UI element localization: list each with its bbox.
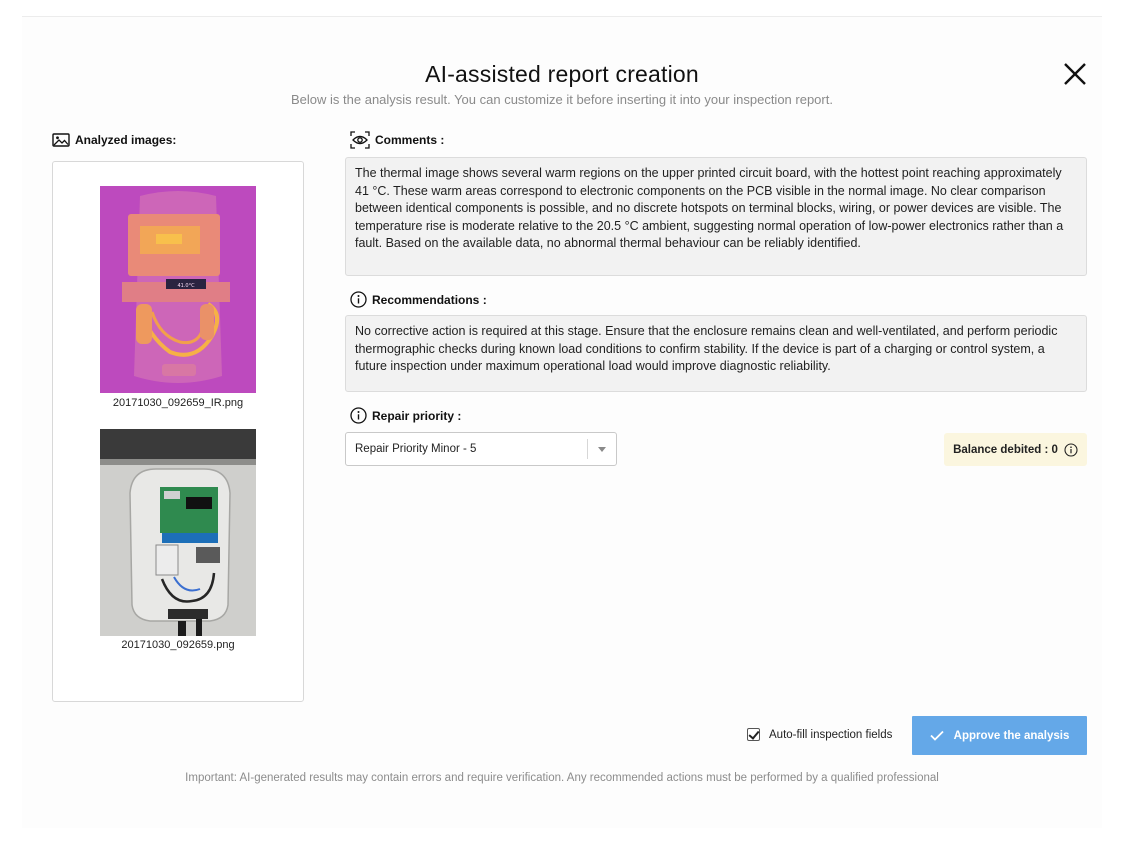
recommendations-textarea[interactable]: No corrective action is required at this… [345,315,1087,392]
info-icon [350,407,367,424]
repair-priority-value: Repair Priority Minor - 5 [355,443,477,455]
close-icon[interactable] [1062,61,1088,87]
comments-heading: Comments : [350,131,444,149]
comments-label: Comments : [375,133,445,147]
approve-analysis-label: Approve the analysis [953,729,1070,742]
analyzed-images-label: Analyzed images: [75,133,177,147]
autofill-checkbox[interactable] [747,728,760,741]
analyzed-images-heading: Analyzed images: [52,133,176,147]
info-icon [350,291,367,308]
report-dialog: AI-assisted report creation Below is the… [22,16,1102,828]
eye-scan-icon [350,131,370,149]
repair-priority-heading: Repair priority : [350,407,461,424]
repair-priority-select[interactable]: Repair Priority Minor - 5 [345,432,617,466]
recommendations-label: Recommendations : [372,292,487,307]
analyzed-images-panel: 41.0°C 20171030_092659_IR.png 20171030_0… [52,161,304,702]
chevron-down-icon[interactable] [598,447,606,452]
dialog-title: AI-assisted report creation [425,61,699,87]
svg-text:41.0°C: 41.0°C [177,283,195,289]
check-icon [930,730,944,741]
info-icon[interactable] [1064,442,1078,457]
visual-image-filename: 20171030_092659.png [121,639,235,651]
visual-image[interactable] [100,429,256,636]
autofill-label[interactable]: Auto-fill inspection fields [769,729,892,741]
approve-analysis-button[interactable]: Approve the analysis [912,716,1087,755]
comments-textarea[interactable]: The thermal image shows several warm reg… [345,157,1087,276]
balance-badge: Balance debited : 0 [944,433,1087,466]
thermal-image[interactable]: 41.0°C [100,186,256,393]
dialog-subtitle: Below is the analysis result. You can cu… [291,92,833,107]
balance-label: Balance debited : 0 [953,443,1058,456]
autofill-option[interactable]: Auto-fill inspection fields [747,728,892,741]
image-icon [52,133,70,147]
repair-priority-label: Repair priority : [372,408,462,423]
recommendations-heading: Recommendations : [350,291,487,308]
select-separator [587,439,588,459]
disclaimer-note: Important: AI-generated results may cont… [185,772,939,784]
thermal-image-filename: 20171030_092659_IR.png [112,397,244,409]
